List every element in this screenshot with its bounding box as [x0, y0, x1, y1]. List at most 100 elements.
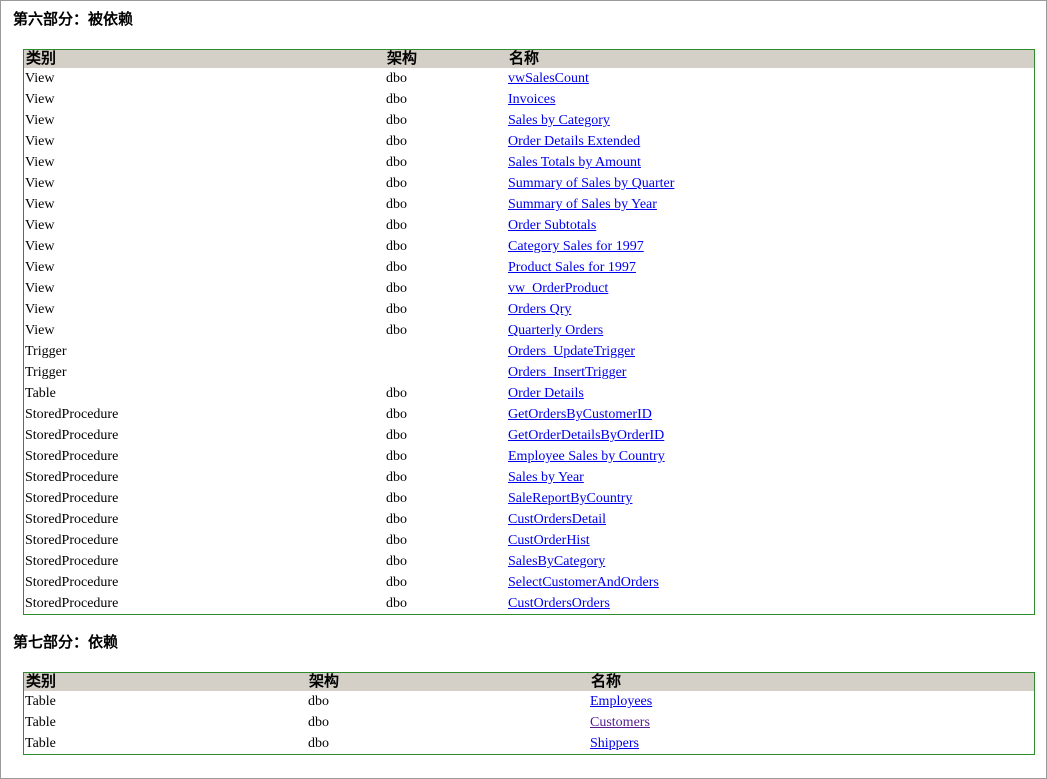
- cell-schema: dbo: [386, 113, 407, 128]
- object-name-link[interactable]: Orders_InsertTrigger: [508, 365, 626, 380]
- cell-name: GetOrdersByCustomerID: [507, 404, 1034, 425]
- table-header-row: 类别 架构 名称: [24, 50, 1034, 68]
- object-name-link[interactable]: GetOrderDetailsByOrderID: [508, 428, 664, 443]
- cell-schema: dbo: [386, 470, 407, 485]
- cell-name: Product Sales for 1997: [507, 257, 1034, 278]
- cell-schema: dbo: [386, 92, 407, 107]
- object-name-link[interactable]: Customers: [590, 715, 650, 730]
- column-header-name: 名称: [507, 50, 1034, 68]
- cell-type: Trigger: [25, 365, 67, 380]
- object-name-link[interactable]: SelectCustomerAndOrders: [508, 575, 659, 590]
- cell-name: Employee Sales by Country: [507, 446, 1034, 467]
- cell-name: Summary of Sales by Year: [507, 194, 1034, 215]
- cell-schema: dbo: [386, 428, 407, 443]
- cell-name: Sales by Category: [507, 110, 1034, 131]
- cell-schema: dbo: [386, 575, 407, 590]
- cell-type: StoredProcedure: [25, 449, 119, 464]
- table-row: StoredProcedure dbo GetOrdersByCustomerID: [24, 404, 1034, 425]
- table-row: Trigger Orders_UpdateTrigger: [24, 341, 1034, 362]
- cell-schema: dbo: [386, 491, 407, 506]
- table-row: Table dbo Shippers: [24, 733, 1034, 754]
- object-name-link[interactable]: Shippers: [590, 736, 639, 751]
- object-name-link[interactable]: Order Subtotals: [508, 218, 596, 233]
- cell-name: vwSalesCount: [507, 68, 1034, 89]
- cell-name: Order Details: [507, 383, 1034, 404]
- table-row: StoredProcedure dbo SaleReportByCountry: [24, 488, 1034, 509]
- cell-type: View: [25, 218, 55, 233]
- object-name-link[interactable]: Invoices: [508, 92, 555, 107]
- cell-name: CustOrderHist: [507, 530, 1034, 551]
- dependencies-table-body: Table dbo Employees Table dbo Customers Table d…: [24, 691, 1034, 754]
- table-row: Table dbo Employees: [24, 691, 1034, 712]
- object-name-link[interactable]: Order Details Extended: [508, 134, 640, 149]
- dependents-panel: 类别 架构 名称 View dbo vwSalesCount View dbo Invoi…: [23, 49, 1035, 615]
- table-row: StoredProcedure dbo SelectCustomerAndOrder…: [24, 572, 1034, 593]
- table-row: StoredProcedure dbo GetOrderDetailsByOrder…: [24, 425, 1034, 446]
- object-name-link[interactable]: Quarterly Orders: [508, 323, 603, 338]
- cell-schema: dbo: [386, 533, 407, 548]
- column-header-schema: 架构: [307, 673, 589, 691]
- object-name-link[interactable]: CustOrdersOrders: [508, 596, 610, 611]
- cell-name: SalesByCategory: [507, 551, 1034, 572]
- cell-type: StoredProcedure: [25, 533, 119, 548]
- object-name-link[interactable]: Sales by Category: [508, 113, 610, 128]
- cell-schema: dbo: [386, 302, 407, 317]
- object-name-link[interactable]: Summary of Sales by Year: [508, 197, 657, 212]
- table-row: View dbo Summary of Sales by Quarter: [24, 173, 1034, 194]
- cell-name: Shippers: [589, 733, 1034, 754]
- section7-title: 第七部分：依赖: [13, 635, 119, 651]
- table-row: StoredProcedure dbo CustOrderHist: [24, 530, 1034, 551]
- object-name-link[interactable]: Product Sales for 1997: [508, 260, 636, 275]
- object-name-link[interactable]: Orders Qry: [508, 302, 571, 317]
- object-name-link[interactable]: Sales Totals by Amount: [508, 155, 641, 170]
- cell-schema: dbo: [386, 596, 407, 611]
- cell-type: Table: [25, 386, 56, 401]
- table-row: StoredProcedure dbo CustOrdersDetail: [24, 509, 1034, 530]
- cell-schema: dbo: [386, 134, 407, 149]
- cell-schema: dbo: [386, 218, 407, 233]
- cell-type: StoredProcedure: [25, 470, 119, 485]
- table-row: View dbo Product Sales for 1997: [24, 257, 1034, 278]
- table-row: View dbo Orders Qry: [24, 299, 1034, 320]
- object-name-link[interactable]: CustOrdersDetail: [508, 512, 606, 527]
- dependencies-panel: 类别 架构 名称 Table dbo Employees Table dbo Custom…: [23, 672, 1035, 755]
- object-name-link[interactable]: Sales by Year: [508, 470, 584, 485]
- table-row: View dbo Quarterly Orders: [24, 320, 1034, 341]
- cell-name: Invoices: [507, 89, 1034, 110]
- table-row: StoredProcedure dbo Employee Sales by Coun…: [24, 446, 1034, 467]
- object-name-link[interactable]: GetOrdersByCustomerID: [508, 407, 652, 422]
- cell-type: View: [25, 155, 55, 170]
- column-header-name: 名称: [589, 673, 1034, 691]
- table-row: Table dbo Customers: [24, 712, 1034, 733]
- cell-schema: dbo: [386, 512, 407, 527]
- cell-schema: dbo: [386, 239, 407, 254]
- column-header-schema: 架构: [385, 50, 507, 68]
- object-name-link[interactable]: Summary of Sales by Quarter: [508, 176, 674, 191]
- cell-name: SelectCustomerAndOrders: [507, 572, 1034, 593]
- cell-name: vw_OrderProduct: [507, 278, 1034, 299]
- object-name-link[interactable]: Order Details: [508, 386, 584, 401]
- section6-title: 第六部分：被依赖: [13, 12, 134, 28]
- cell-type: Table: [25, 694, 56, 709]
- cell-type: StoredProcedure: [25, 554, 119, 569]
- object-name-link[interactable]: Category Sales for 1997: [508, 239, 644, 254]
- cell-type: View: [25, 260, 55, 275]
- cell-type: Trigger: [25, 344, 67, 359]
- cell-type: StoredProcedure: [25, 491, 119, 506]
- cell-name: Order Subtotals: [507, 215, 1034, 236]
- object-name-link[interactable]: SaleReportByCountry: [508, 491, 632, 506]
- object-name-link[interactable]: Employees: [590, 694, 652, 709]
- object-name-link[interactable]: vw_OrderProduct: [508, 281, 608, 296]
- cell-name: Quarterly Orders: [507, 320, 1034, 341]
- object-name-link[interactable]: CustOrderHist: [508, 533, 590, 548]
- object-name-link[interactable]: vwSalesCount: [508, 71, 589, 86]
- cell-schema: dbo: [386, 260, 407, 275]
- object-name-link[interactable]: Employee Sales by Country: [508, 449, 665, 464]
- cell-schema: dbo: [386, 323, 407, 338]
- cell-schema: [385, 341, 507, 362]
- object-name-link[interactable]: Orders_UpdateTrigger: [508, 344, 635, 359]
- cell-name: Sales by Year: [507, 467, 1034, 488]
- object-name-link[interactable]: SalesByCategory: [508, 554, 605, 569]
- cell-schema: dbo: [386, 71, 407, 86]
- table-row: View dbo Order Details Extended: [24, 131, 1034, 152]
